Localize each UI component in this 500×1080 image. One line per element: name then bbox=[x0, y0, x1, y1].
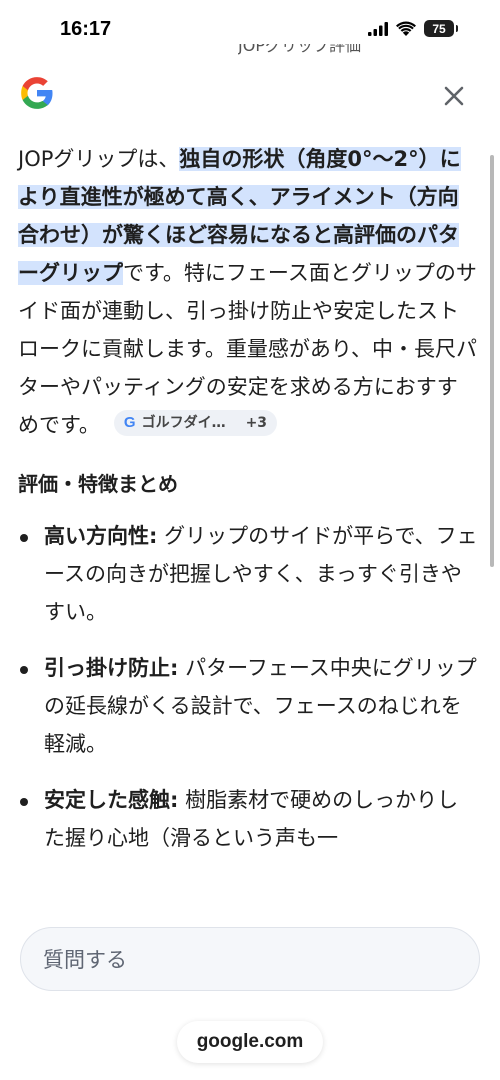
summary-list: 高い方向性: グリップのサイドが平らで、フェースの向きが把握しやすく、まっすぐ引… bbox=[18, 517, 478, 857]
ai-answer-content: JOPグリップは、独自の形状（角度0°〜2°）により直進性が極めて高く、アライメ… bbox=[18, 140, 478, 875]
list-item-title: 安定した感触: bbox=[44, 788, 179, 812]
wifi-icon bbox=[396, 21, 416, 36]
list-item: 引っ掛け防止: パターフェース中央にグリップの延長線がくる設計で、フェースのねじ… bbox=[18, 649, 478, 763]
answer-intro: JOPグリップは、 bbox=[18, 147, 180, 171]
background-peek-text: JOPグリップ評価 bbox=[238, 44, 361, 55]
status-icons: 75 bbox=[368, 20, 458, 37]
ask-input-placeholder: 質問する bbox=[43, 948, 127, 972]
signal-icon bbox=[368, 21, 388, 36]
google-g-logo bbox=[21, 77, 53, 109]
scrollbar[interactable] bbox=[490, 155, 494, 567]
background-page-peek: JOPグリップ評価 bbox=[238, 44, 453, 58]
url-bar[interactable]: google.com bbox=[177, 1021, 323, 1063]
source-chip[interactable]: G ゴルフダイ… +3 bbox=[113, 410, 278, 436]
source-favicon-icon: G bbox=[123, 414, 136, 431]
battery-icon: 75 bbox=[424, 20, 458, 37]
ask-input[interactable]: 質問する bbox=[20, 927, 480, 991]
status-time: 16:17 bbox=[60, 18, 112, 40]
list-item: 安定した感触: 樹脂素材で硬めのしっかりした握り心地（滑るという声も一 bbox=[18, 781, 478, 857]
list-item-title: 高い方向性: bbox=[44, 524, 158, 548]
answer-paragraph: JOPグリップは、独自の形状（角度0°〜2°）により直進性が極めて高く、アライメ… bbox=[18, 140, 478, 444]
close-icon[interactable] bbox=[440, 82, 468, 110]
source-chip-more: +3 bbox=[245, 415, 268, 431]
list-item: 高い方向性: グリップのサイドが平らで、フェースの向きが把握しやすく、まっすぐ引… bbox=[18, 517, 478, 631]
summary-heading: 評価・特徴まとめ bbox=[18, 472, 178, 496]
list-item-title: 引っ掛け防止: bbox=[44, 656, 179, 680]
source-chip-label: ゴルフダイ… bbox=[141, 415, 226, 431]
